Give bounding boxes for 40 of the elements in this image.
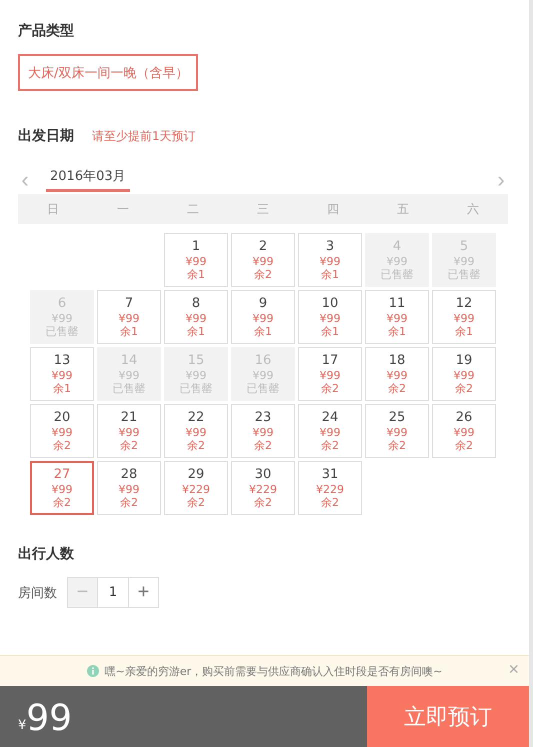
calendar-day[interactable]: 20 ¥99 余2 [30, 404, 94, 458]
calendar-day[interactable]: 1 ¥99 余1 [164, 233, 228, 287]
info-icon [86, 665, 99, 677]
calendar-day[interactable]: 30 ¥229 余2 [231, 461, 295, 515]
section-title: 产品类型 [18, 22, 75, 40]
calendar-day[interactable]: 19 ¥99 余2 [432, 347, 496, 401]
weekday-label: 五 [396, 200, 410, 218]
calendar-day[interactable]: 13 ¥99 余1 [30, 347, 94, 401]
section-title: 出发日期 [18, 127, 74, 145]
calendar-day[interactable]: 18 ¥99 余2 [365, 347, 429, 401]
calendar-day[interactable]: 28 ¥99 余2 [97, 461, 161, 515]
weekday-label: 日 [46, 200, 60, 218]
calendar-day[interactable]: 21 ¥99 余2 [97, 404, 161, 458]
calendar-day[interactable]: 12 ¥99 余1 [432, 290, 496, 344]
calendar-day[interactable]: 11 ¥99 余1 [365, 290, 429, 344]
weekday-label: 三 [256, 200, 270, 218]
calendar-day[interactable]: 9 ¥99 余1 [231, 290, 295, 344]
calendar-day[interactable]: 22 ¥99 余2 [164, 404, 228, 458]
notice-text: 嘿~亲爱的穷游er，购买前需要与供应商确认入住时段是否有房间噢~ [104, 664, 442, 678]
calendar-day[interactable]: 26 ¥99 余2 [432, 404, 496, 458]
calendar-day[interactable]: 31 ¥229 余2 [298, 461, 362, 515]
calendar-day[interactable]: 10 ¥99 余1 [298, 290, 362, 344]
total-price: 99 [26, 701, 72, 737]
weekday-label: 六 [466, 200, 480, 218]
booking-hint: 请至少提前1天预订 [92, 128, 196, 145]
weekday-label: 二 [186, 200, 200, 218]
calendar-day[interactable]: 3 ¥99 余1 [298, 233, 362, 287]
calendar-day[interactable]: 7 ¥99 余1 [97, 290, 161, 344]
section-title: 出行人数 [18, 545, 75, 563]
calendar-day[interactable]: 29 ¥229 余2 [164, 461, 228, 515]
calendar-day[interactable]: 17 ¥99 余2 [298, 347, 362, 401]
weekday-label: 四 [326, 200, 340, 218]
calendar-day[interactable]: 24 ¥99 余2 [298, 404, 362, 458]
currency-symbol: ¥ [18, 718, 26, 733]
room-count-label: 房间数 [18, 584, 57, 602]
calendar-day[interactable]: 8 ¥99 余1 [164, 290, 228, 344]
calendar-day[interactable]: 23 ¥99 余2 [231, 404, 295, 458]
weekday-label: 一 [116, 200, 130, 218]
calendar-day[interactable]: 25 ¥99 余2 [365, 404, 429, 458]
calendar-day[interactable]: 2 ¥99 余2 [231, 233, 295, 287]
